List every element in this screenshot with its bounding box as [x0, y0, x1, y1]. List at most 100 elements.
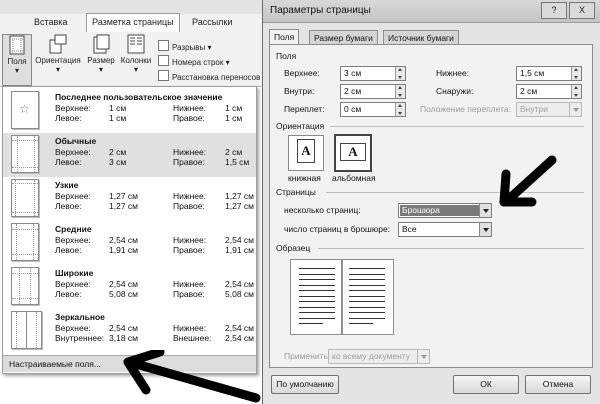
tab-paper-source[interactable]: Источник бумаги — [383, 30, 459, 45]
outside-margin-label: Снаружи: — [436, 86, 474, 96]
help-button[interactable]: ? — [541, 2, 567, 19]
margins-button[interactable]: Поля ▾ — [2, 34, 32, 86]
preset-thumbnail — [11, 311, 27, 349]
preview-text-line — [299, 301, 335, 302]
preview-text-line — [299, 312, 335, 313]
margins-preset-moderate[interactable]: Средние Верхнее: 2,54 см Нижнее: 2,54 см… — [3, 221, 256, 265]
hyphenation-label: Расстановка переносов — [172, 73, 261, 82]
landscape-page-icon: A — [340, 143, 366, 161]
inside-margin-label: Внутри: — [284, 86, 315, 96]
multiple-pages-select[interactable]: Брошюра — [398, 203, 492, 218]
multiple-pages-value: Брошюра — [400, 205, 479, 216]
landscape-option[interactable]: A — [334, 134, 372, 172]
inside-margin-spinner[interactable]: 2 см — [340, 84, 406, 99]
ok-button[interactable]: ОК — [453, 375, 519, 394]
margins-preset-last-custom[interactable]: ☆ Последнее пользовательское значение Ве… — [3, 89, 256, 133]
preview-text-line — [299, 323, 323, 324]
tab-insert[interactable]: Вставка — [34, 14, 67, 31]
columns-button[interactable]: Колонки ▾ — [118, 34, 154, 74]
orientation-button[interactable]: Ориентация ▾ — [34, 34, 82, 74]
preview-text-line — [299, 290, 335, 291]
spinner-arrows[interactable] — [571, 67, 581, 80]
section-margins-title: Поля — [276, 51, 297, 61]
tab-mailings[interactable]: Рассылки — [192, 14, 232, 31]
set-default-button[interactable]: По умолчанию — [271, 375, 339, 394]
chevron-down-icon: ▾ — [14, 66, 19, 75]
preset-label: Левое: — [55, 245, 82, 255]
top-margin-spinner[interactable]: 3 см — [340, 66, 406, 81]
portrait-option[interactable]: A — [288, 135, 324, 171]
spinner-arrows[interactable] — [395, 85, 405, 98]
apply-to-value: ко всему документу — [332, 351, 411, 361]
hyphenation-icon — [158, 70, 169, 81]
preset-label: Правое: — [173, 157, 205, 167]
preset-value: 2,54 см — [225, 323, 254, 333]
cancel-button[interactable]: Отмена — [525, 375, 591, 394]
preset-thumbnail — [11, 135, 39, 173]
preset-label: Внешнее: — [173, 333, 212, 343]
chevron-down-icon — [479, 204, 491, 217]
hyphenation-button[interactable]: Расстановка переносов — [158, 70, 260, 82]
spinner-arrows[interactable] — [395, 103, 405, 116]
tab-margins[interactable]: Поля — [269, 29, 300, 45]
preset-name: Узкие — [55, 180, 79, 190]
size-icon — [93, 34, 110, 54]
divider — [318, 248, 584, 249]
outside-margin-spinner[interactable]: 2 см — [516, 84, 582, 99]
preset-value: 2 см — [109, 147, 127, 157]
preset-value: 2,54 см — [225, 235, 254, 245]
margins-preset-normal[interactable]: Обычные Верхнее: 2 см Нижнее: 2 см Левое… — [3, 133, 256, 177]
preview-text-line — [299, 284, 335, 286]
custom-margins-label: Настраиваемые поля... — [9, 359, 101, 369]
preset-label: Нижнее: — [173, 103, 207, 113]
preset-value: 1 см — [109, 103, 127, 113]
preset-value: 1,27 см — [109, 201, 138, 211]
chevron-down-icon — [479, 223, 491, 236]
preview-text-line — [349, 306, 385, 308]
close-button[interactable]: X — [569, 2, 595, 19]
section-orientation-title: Ориентация — [276, 121, 325, 131]
tab-paper-size[interactable]: Размер бумаги — [309, 30, 378, 45]
preset-value: 1,27 см — [225, 201, 254, 211]
ribbon: Вставка Разметка страницы Рассылки Поля ▾… — [0, 0, 268, 87]
chevron-down-icon: ▾ — [55, 65, 60, 74]
columns-icon — [127, 34, 145, 54]
margins-preset-wide[interactable]: Широкие Верхнее: 2,54 см Нижнее: 2,54 см… — [3, 265, 256, 309]
chevron-down-icon — [417, 350, 429, 363]
apply-to-select[interactable]: ко всему документу — [328, 349, 430, 364]
breaks-icon — [158, 40, 169, 51]
margins-preset-mirrored[interactable]: Зеркальное Верхнее: 2,54 см Нижнее: 2,54… — [3, 309, 256, 353]
preset-thumbnail — [11, 267, 39, 305]
preset-label: Правое: — [173, 289, 205, 299]
bottom-margin-label: Нижнее: — [436, 68, 470, 78]
size-button[interactable]: Размер ▾ — [86, 34, 116, 74]
preset-name: Широкие — [55, 268, 94, 278]
sheets-per-booklet-label: число страниц в брошюре: — [284, 224, 391, 234]
preset-label: Левое: — [55, 289, 82, 299]
preset-value: 1,27 см — [225, 191, 254, 201]
preview-text-line — [299, 273, 335, 275]
preview-text-line — [299, 295, 335, 297]
section-preview-title: Образец — [276, 243, 311, 253]
spinner-arrows[interactable] — [571, 85, 581, 98]
sheets-per-booklet-select[interactable]: Все — [398, 222, 492, 237]
margins-preset-narrow[interactable]: Узкие Верхнее: 1,27 см Нижнее: 1,27 см Л… — [3, 177, 256, 221]
preset-value: 2,54 см — [109, 323, 138, 333]
spinner-arrows[interactable] — [395, 67, 405, 80]
ribbon-tabs: Вставка Разметка страницы Рассылки — [0, 13, 268, 32]
bottom-margin-spinner[interactable]: 1,5 см — [516, 66, 582, 81]
dialog-titlebar: Параметры страницы ? X — [263, 0, 600, 23]
preset-label: Верхнее: — [55, 147, 91, 157]
preset-thumbnail — [11, 179, 39, 217]
preview-text-line — [349, 273, 385, 275]
preset-label: Нижнее: — [173, 191, 207, 201]
tab-page-layout[interactable]: Разметка страницы — [86, 13, 180, 32]
portrait-page-icon: A — [297, 139, 315, 163]
gutter-position-select[interactable]: Внутри — [516, 102, 582, 117]
gutter-spinner[interactable]: 0 см — [340, 102, 406, 117]
preview-text-line — [349, 290, 385, 291]
line-numbers-button[interactable]: Номера строк ▾ — [158, 55, 230, 67]
preset-label: Внутреннее: — [55, 333, 105, 343]
preset-value: 1,5 см — [225, 157, 250, 167]
breaks-button[interactable]: Разрывы ▾ — [158, 40, 212, 52]
